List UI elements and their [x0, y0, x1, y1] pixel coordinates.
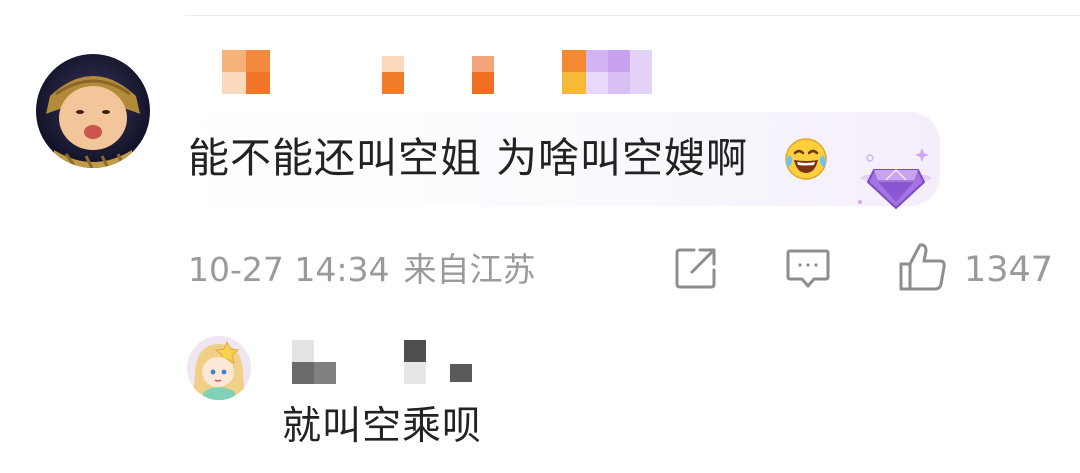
comment-text: 能不能还叫空姐 为啥叫空嫂啊 — [188, 134, 749, 182]
like-count: 1347 — [964, 250, 1054, 290]
comment-icon[interactable] — [784, 244, 832, 292]
comment-location: 来自江苏 — [403, 250, 536, 289]
commenter-avatar[interactable] — [36, 54, 150, 168]
commenter-name-blurred[interactable] — [222, 48, 662, 94]
top-divider — [185, 15, 1080, 16]
purple-gem-fan-badge-icon[interactable] — [848, 140, 944, 214]
replier-name-blurred[interactable] — [292, 340, 482, 386]
replier-avatar[interactable] — [187, 336, 251, 400]
share-icon[interactable] — [672, 244, 720, 292]
like-icon[interactable] — [896, 240, 950, 294]
laughing-tears-emoji-icon — [782, 135, 830, 183]
comment-timestamp: 10-27 14:34 — [188, 250, 390, 289]
comment-meta: 10-27 14:34 来自江苏 — [188, 248, 535, 292]
reply-text: 就叫空乘呗 — [282, 404, 483, 449]
